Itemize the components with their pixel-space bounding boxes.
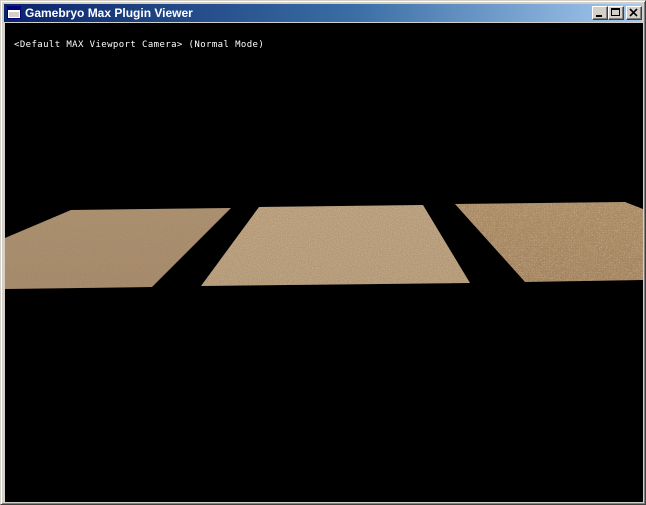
app-window-icon[interactable] xyxy=(7,6,21,19)
scene-canvas xyxy=(5,202,643,289)
maximize-button[interactable] xyxy=(608,6,624,20)
close-button[interactable] xyxy=(626,6,642,20)
middle-terrain-plane xyxy=(201,205,470,286)
right-terrain-plane xyxy=(455,202,643,282)
render-viewport[interactable]: <Default MAX Viewport Camera> (Normal Mo… xyxy=(5,23,643,502)
close-icon xyxy=(629,8,638,17)
minimize-icon xyxy=(596,15,602,17)
app-window: Gamebryo Max Plugin Viewer <Default MAX … xyxy=(0,0,646,505)
viewport-camera-label: <Default MAX Viewport Camera> (Normal Mo… xyxy=(14,40,265,50)
minimize-button[interactable] xyxy=(592,6,608,20)
maximize-icon xyxy=(611,8,620,16)
left-terrain-plane xyxy=(5,208,231,289)
title-bar[interactable]: Gamebryo Max Plugin Viewer xyxy=(4,4,642,22)
window-title: Gamebryo Max Plugin Viewer xyxy=(25,6,193,20)
